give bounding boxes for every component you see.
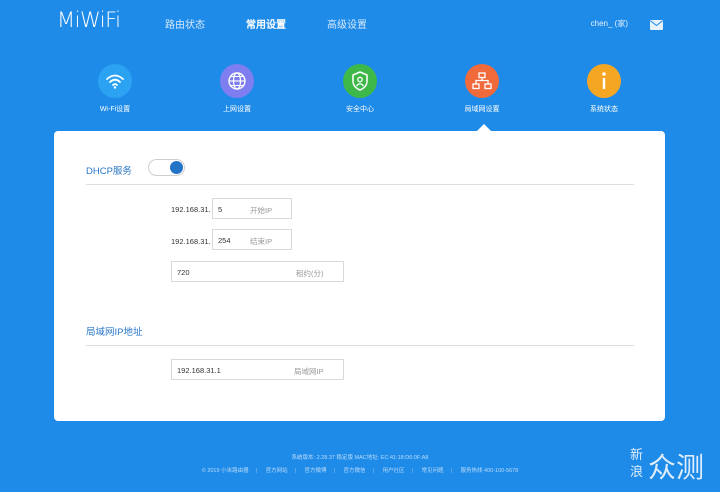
settings-icon-row: Wi-Fi设置 上网设置 安全中心 局域网设置 系统状态 [0, 64, 720, 114]
nav-lan-settings[interactable]: 局域网设置 [442, 64, 522, 114]
divider [86, 345, 634, 346]
nav-label: 安全中心 [346, 106, 374, 113]
top-bar: MiWiFi 路由状态 常用设置 高级设置 chen_ (家) [0, 0, 720, 46]
footer-link-faq[interactable]: 常见问题 [422, 468, 444, 474]
start-ip-value: 5 [218, 205, 223, 214]
footer-links: © 2019 小米路由器 | 官方网站 | 官方微博 | 官方微信 | 用户社区 | 常见… [201, 468, 519, 474]
settings-panel [54, 131, 665, 421]
end-ip-field[interactable]: 254 结束IP [212, 229, 292, 250]
nav-security-center[interactable]: 安全中心 [320, 64, 400, 114]
nav-label: 系统状态 [590, 106, 618, 113]
nav-wifi-settings[interactable]: Wi-Fi设置 [75, 64, 155, 114]
nav-label: Wi-Fi设置 [99, 106, 131, 113]
footer-link-wechat[interactable]: 官方微信 [344, 468, 366, 474]
lan-section-title: 局域网IP地址 [86, 327, 143, 338]
top-nav: 路由状态 常用设置 高级设置 [165, 16, 408, 31]
lan-ip-value: 192.168.31.1 [177, 366, 221, 375]
footer-hotline: 服务热线 400-100-5678 [460, 468, 519, 474]
tab-common-settings[interactable]: 常用设置 [246, 16, 286, 31]
lease-value: 720 [177, 268, 190, 277]
logo: MiWiFi [57, 8, 121, 32]
nav-label: 局域网设置 [464, 106, 500, 113]
end-ip-value: 254 [218, 236, 231, 245]
globe-icon [220, 64, 254, 98]
user-menu[interactable]: chen_ (家) [591, 18, 628, 29]
watermark-char-2: 浪 [630, 465, 644, 480]
end-ip-placeholder: 结束IP [250, 237, 273, 246]
nav-system-status[interactable]: 系统状态 [564, 64, 644, 114]
lan-ip-field[interactable]: 192.168.31.1 局域网IP [171, 359, 344, 380]
start-ip-field[interactable]: 5 开始IP [212, 198, 292, 219]
watermark-text: 众测 [648, 451, 705, 484]
end-ip-prefix: 192.168.31. [171, 237, 211, 246]
network-icon [465, 64, 499, 98]
shield-icon [343, 64, 377, 98]
footer-link-community[interactable]: 用户社区 [383, 468, 405, 474]
footer-system-info: 系统版本: 2.28.37 稳定版 MAC地址: EC:41:18:D6:0F:… [291, 455, 429, 461]
nav-internet-settings[interactable]: 上网设置 [197, 64, 277, 114]
start-ip-prefix: 192.168.31. [171, 205, 211, 214]
divider [86, 184, 634, 185]
footer-copyright: © 2019 小米路由器 [201, 468, 249, 474]
toggle-knob [170, 161, 183, 174]
lease-field[interactable]: 720 租约(分) [171, 261, 344, 282]
tab-router-status[interactable]: 路由状态 [165, 16, 205, 31]
wifi-icon [98, 64, 132, 98]
start-ip-placeholder: 开始IP [250, 206, 273, 215]
footer-link-weibo[interactable]: 官方微博 [305, 468, 327, 474]
watermark: 新 浪 众测 [630, 444, 720, 484]
lease-placeholder: 租约(分) [296, 269, 324, 278]
tab-advanced-settings[interactable]: 高级设置 [327, 16, 367, 31]
active-tab-caret [477, 124, 491, 131]
mail-icon[interactable] [650, 17, 663, 35]
info-icon [587, 64, 621, 98]
dhcp-section-title: DHCP服务 [86, 166, 132, 177]
dhcp-toggle[interactable] [148, 159, 185, 176]
nav-label: 上网设置 [223, 106, 251, 113]
lan-ip-placeholder: 局域网IP [294, 367, 324, 376]
footer-link-website[interactable]: 官方网站 [266, 468, 288, 474]
